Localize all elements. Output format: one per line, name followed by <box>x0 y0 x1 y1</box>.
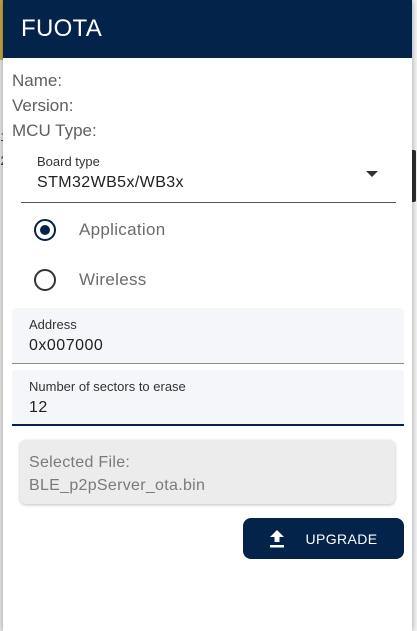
sectors-label: Number of sectors to erase <box>29 379 186 394</box>
version-label: Version: <box>12 96 74 115</box>
board-type-value[interactable]: STM32WB5x/WB3x <box>37 174 184 192</box>
device-info: Name: Version: MCU Type: <box>3 58 412 143</box>
radio-application-label: Application <box>79 220 166 239</box>
upload-icon <box>270 529 285 547</box>
address-label: Address <box>29 317 77 332</box>
radio-unchecked-icon[interactable] <box>34 269 56 291</box>
selected-file-name: BLE_p2pServer_ota.bin <box>29 477 206 494</box>
radio-application[interactable]: Application <box>34 216 165 244</box>
upgrade-button-label: UPGRADE <box>305 530 378 547</box>
upgrade-button[interactable]: UPGRADE <box>243 518 404 559</box>
sectors-value[interactable]: 12 <box>29 399 48 417</box>
address-value[interactable]: 0x007000 <box>29 337 103 355</box>
dropdown-arrow-icon[interactable] <box>366 171 378 177</box>
name-label: Name: <box>12 71 63 90</box>
mcu-type-label: MCU Type: <box>12 121 97 140</box>
board-type-select[interactable]: Board type STM32WB5x/WB3x <box>21 144 396 203</box>
selected-file-label: Selected File: <box>29 454 131 471</box>
radio-checked-icon[interactable] <box>34 219 56 241</box>
radio-wireless[interactable]: Wireless <box>34 266 147 294</box>
radio-wireless-label: Wireless <box>79 270 147 289</box>
fuota-dialog: FUOTA Name: Version: MCU Type: Board typ… <box>3 0 412 631</box>
board-type-label: Board type <box>37 154 100 169</box>
address-field[interactable]: Address 0x007000 <box>12 308 404 364</box>
dialog-title: FUOTA <box>21 15 103 42</box>
dialog-header: FUOTA <box>3 0 412 58</box>
selected-file-card[interactable]: Selected File: BLE_p2pServer_ota.bin <box>20 440 395 504</box>
sectors-field[interactable]: Number of sectors to erase 12 <box>12 370 404 426</box>
